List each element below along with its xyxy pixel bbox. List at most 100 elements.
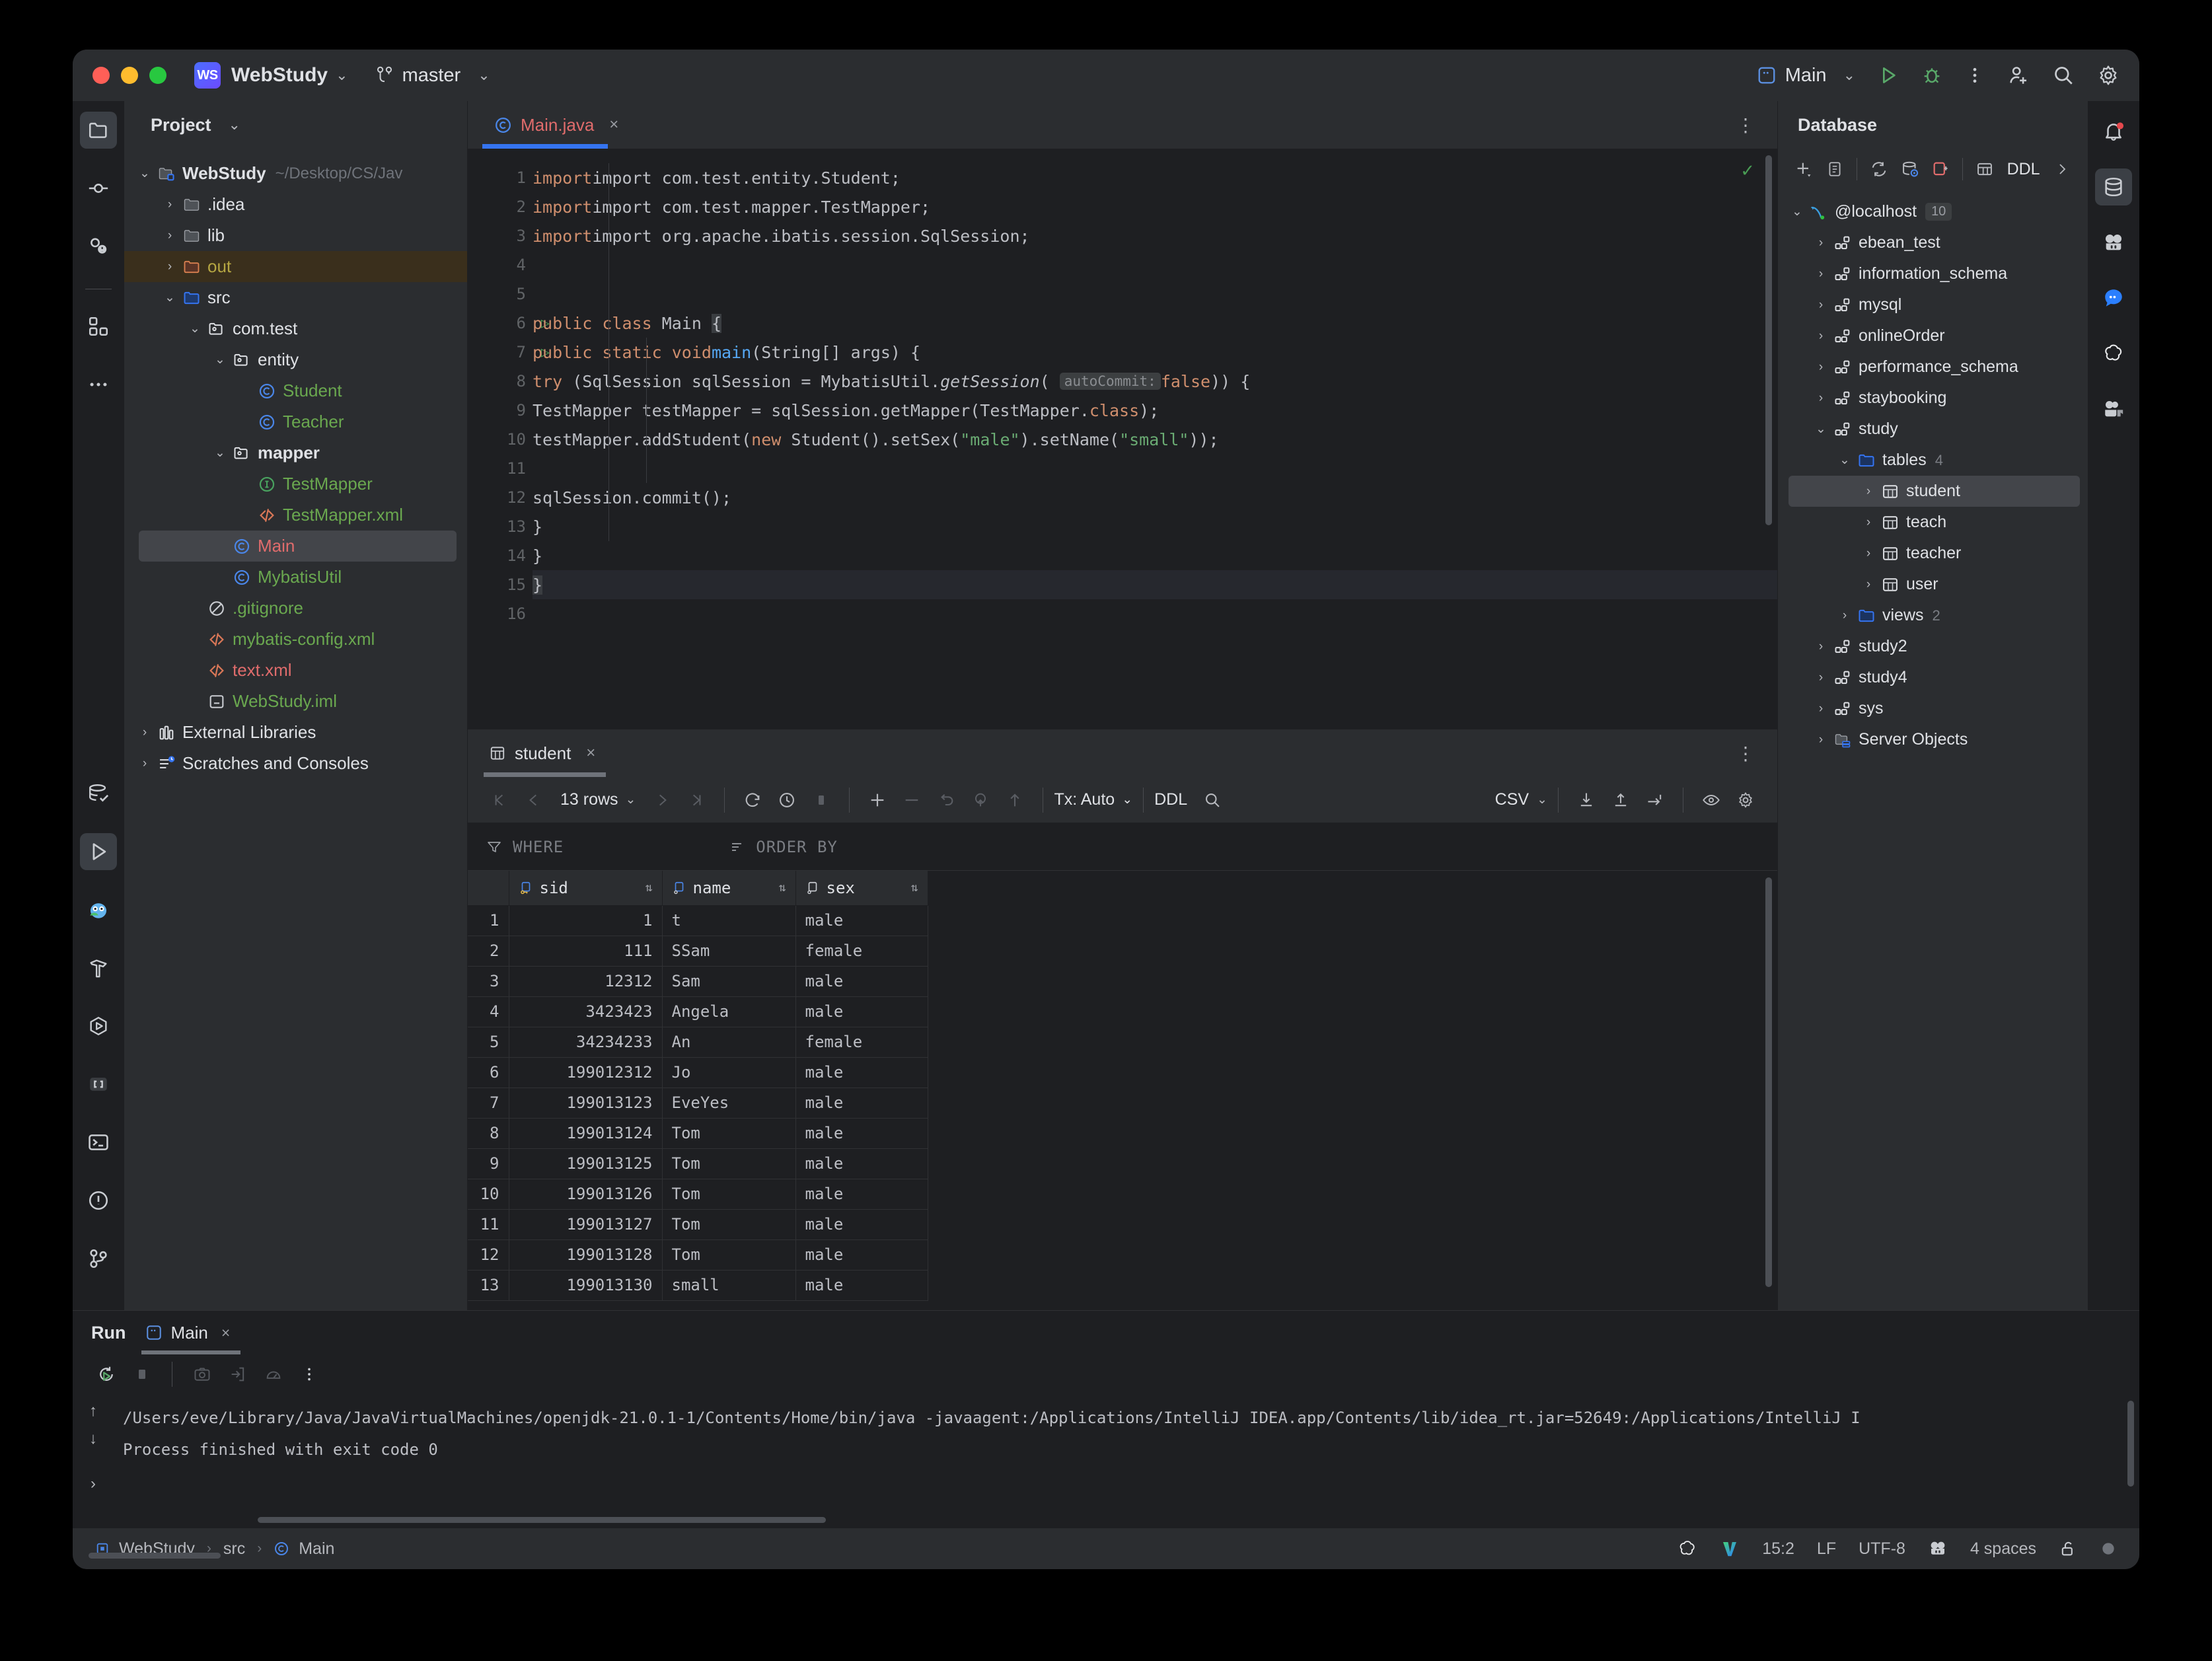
cell-sid[interactable]: 12312: [509, 966, 663, 997]
table-row[interactable]: 10 199013126 Tom male: [468, 1179, 928, 1210]
cell-sex[interactable]: male: [795, 905, 928, 936]
ddl-button[interactable]: DDL: [1154, 790, 1187, 809]
column-header-sex[interactable]: sex ⇅: [795, 871, 928, 906]
view-options-icon[interactable]: [1694, 783, 1728, 817]
project-tree-item-webstudy[interactable]: ⌄ WebStudy ~/Desktop/CS/Jav: [124, 158, 467, 189]
expand-icon[interactable]: ›: [91, 1475, 96, 1493]
database-tree-item-mysql[interactable]: › mysql: [1778, 289, 2088, 320]
more-options-icon[interactable]: [1965, 65, 1985, 85]
cell-name[interactable]: Tom: [662, 1118, 796, 1149]
more-options-icon[interactable]: [293, 1358, 326, 1391]
chevron-right-icon[interactable]: ›: [160, 229, 180, 243]
project-tree-item-scratches-and-consoles[interactable]: › Scratches and Consoles: [124, 748, 467, 779]
download-icon[interactable]: [1569, 783, 1604, 817]
cell-sex[interactable]: male: [795, 1270, 928, 1301]
cell-sid[interactable]: 199013130: [509, 1270, 663, 1301]
breadcrumb-item-class[interactable]: Main: [299, 1539, 334, 1559]
disconnect-icon[interactable]: [1925, 153, 1956, 185]
data-grid-more-options-icon[interactable]: ⋮: [1736, 743, 1756, 764]
database-tree-item-information-schema[interactable]: › information_schema: [1778, 258, 2088, 289]
history-icon[interactable]: [770, 783, 804, 817]
column-header-sid[interactable]: sid ⇅: [509, 871, 663, 906]
run-icon[interactable]: [1878, 65, 1899, 86]
cell-name[interactable]: Sam: [662, 966, 796, 997]
cursor-position[interactable]: 15:2: [1762, 1539, 1794, 1559]
project-tree-item-lib[interactable]: › lib: [124, 220, 467, 251]
project-tree-item-webstudy-iml[interactable]: WebStudy.iml: [124, 686, 467, 717]
data-grid-tab-student[interactable]: student ×: [489, 743, 595, 764]
project-tree-item-src[interactable]: ⌄ src: [124, 282, 467, 313]
cell-name[interactable]: t: [662, 905, 796, 936]
cell-name[interactable]: Angela: [662, 996, 796, 1027]
cell-sex[interactable]: male: [795, 1209, 928, 1240]
chevron-down-icon[interactable]: ⌄: [210, 445, 230, 461]
cell-name[interactable]: Tom: [662, 1239, 796, 1271]
maximize-window-button[interactable]: [149, 67, 166, 84]
cell-sex[interactable]: female: [795, 936, 928, 967]
project-tree-item--gitignore[interactable]: .gitignore: [124, 593, 467, 624]
chevron-right-icon[interactable]: ›: [1811, 733, 1831, 747]
cell-sex[interactable]: male: [795, 1179, 928, 1210]
table-icon[interactable]: [1970, 153, 2000, 185]
status-indicator[interactable]: [2100, 1540, 2117, 1557]
prev-page-icon[interactable]: [517, 783, 551, 817]
chevron-down-icon[interactable]: ⌄: [1787, 204, 1807, 219]
project-tree-item-mapper[interactable]: ⌄ mapper: [124, 437, 467, 468]
table-row[interactable]: 6 199012312 Jo male: [468, 1057, 928, 1088]
cell-sid[interactable]: 3423423: [509, 996, 663, 1027]
build-icon[interactable]: [80, 949, 117, 986]
filter-icon[interactable]: [486, 839, 502, 855]
project-tree-item-testmapper[interactable]: TestMapper: [124, 468, 467, 499]
goto-icon[interactable]: [1638, 783, 1672, 817]
cell-sex[interactable]: male: [795, 1239, 928, 1271]
cell-name[interactable]: Tom: [662, 1148, 796, 1179]
sort-arrows-icon[interactable]: ⇅: [762, 881, 786, 895]
chevron-right-icon[interactable]: ›: [1811, 360, 1831, 375]
project-icon[interactable]: [80, 112, 117, 149]
stop-icon[interactable]: [126, 1358, 159, 1391]
inspection-ok-icon[interactable]: ✓: [1740, 161, 1755, 181]
chevron-right-icon[interactable]: ›: [1835, 609, 1855, 623]
database-tree-item-teacher[interactable]: › teacher: [1778, 538, 2088, 569]
project-tree-item-testmapper-xml[interactable]: TestMapper.xml: [124, 499, 467, 531]
minimize-window-button[interactable]: [121, 67, 138, 84]
console-area[interactable]: ↑ ↓ › /Users/eve/Library/Java/JavaVirtua…: [73, 1394, 2139, 1528]
database-tree-item-performance-schema[interactable]: › performance_schema: [1778, 351, 2088, 383]
cell-name[interactable]: Tom: [662, 1179, 796, 1210]
database-tree-item-study2[interactable]: › study2: [1778, 631, 2088, 662]
project-tree-item-out[interactable]: › out: [124, 251, 467, 282]
sort-arrows-icon[interactable]: ⇅: [628, 881, 653, 895]
cell-sex[interactable]: male: [795, 966, 928, 997]
chevron-right-icon[interactable]: ›: [1859, 546, 1878, 561]
close-icon[interactable]: ×: [609, 116, 618, 134]
table-row[interactable]: 9 199013125 Tom male: [468, 1148, 928, 1179]
close-icon[interactable]: ×: [586, 744, 595, 762]
chevron-right-icon[interactable]: ›: [1859, 484, 1878, 499]
database-tree-item-server-objects[interactable]: › Server Objects: [1778, 724, 2088, 755]
run-tab-main[interactable]: Main ×: [145, 1323, 230, 1343]
chevron-right-icon[interactable]: ›: [135, 757, 155, 771]
search-icon[interactable]: [2052, 64, 2075, 87]
close-icon[interactable]: ×: [221, 1324, 230, 1342]
table-row[interactable]: 8 199013124 Tom male: [468, 1118, 928, 1149]
chevron-right-icon[interactable]: ›: [1811, 329, 1831, 344]
database-tree-item-user[interactable]: › user: [1778, 569, 2088, 600]
cell-sid[interactable]: 199013126: [509, 1179, 663, 1210]
indent-setting[interactable]: 4 spaces: [1970, 1539, 2036, 1559]
debug-icon[interactable]: [1921, 65, 1942, 86]
chevron-down-icon[interactable]: ⌄: [135, 166, 155, 181]
ai-assistant-icon[interactable]: [2095, 224, 2132, 261]
project-tree-item--idea[interactable]: › .idea: [124, 189, 467, 220]
add-icon[interactable]: [1788, 153, 1819, 185]
code-editor[interactable]: 1 2 3 4 5 6 ▷ 7 ▷ 8 9 10 11 12 13 14 15 16 import import c…: [468, 149, 1777, 729]
cell-sid[interactable]: 199013127: [509, 1209, 663, 1240]
table-row[interactable]: 4 3423423 Angela male: [468, 996, 928, 1027]
vim-icon[interactable]: [1720, 1539, 1740, 1559]
order-by-label[interactable]: ORDER BY: [756, 838, 838, 856]
chevron-down-icon[interactable]: ⌄: [210, 352, 230, 367]
chevron-right-icon[interactable]: ›: [1811, 391, 1831, 406]
console-vertical-scrollbar[interactable]: [2127, 1401, 2134, 1487]
run-icon[interactable]: [80, 833, 117, 870]
project-tree-item-mybatisutil[interactable]: MybatisUtil: [124, 562, 467, 593]
project-name[interactable]: WebStudy: [231, 64, 328, 87]
